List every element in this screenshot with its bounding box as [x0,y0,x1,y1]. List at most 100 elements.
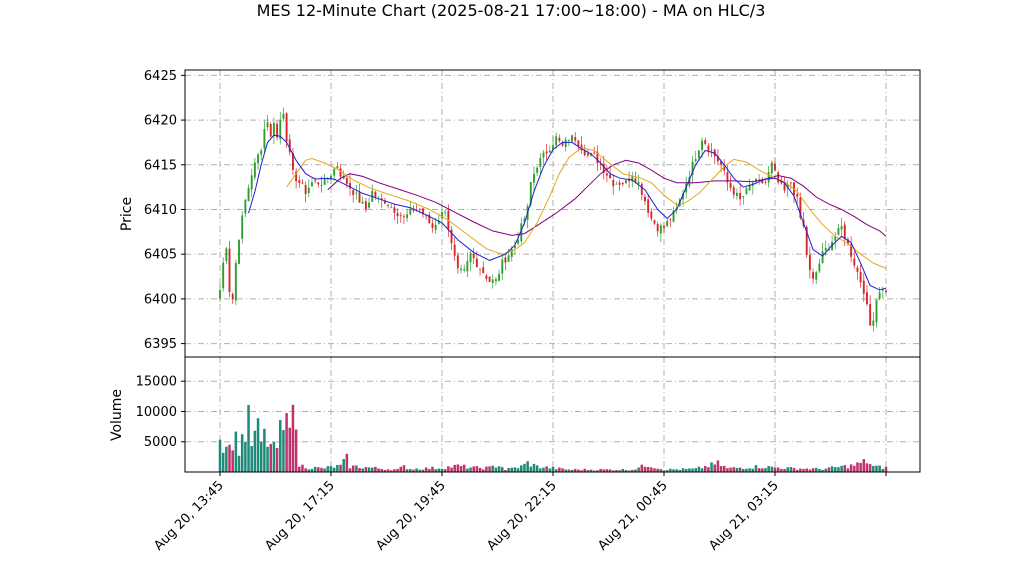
candle-body [729,182,732,188]
candle-body [311,182,313,187]
volume-bar [776,467,780,472]
volume-bar [637,467,640,472]
candle-body [640,183,643,195]
volume-bar [853,465,856,472]
volume-bar [878,465,881,472]
volume-bar [558,467,561,472]
candle-body [434,224,437,231]
volume-bar [240,434,244,472]
volume-bar [872,465,875,472]
candle-body [735,192,738,197]
candle-body [659,225,662,234]
volume-bar [526,461,529,472]
candle-body [444,212,447,214]
volume-bar [719,466,723,472]
volume-bar [339,464,342,472]
candle-body [710,149,713,151]
candle-body [269,124,272,137]
candle-body [469,253,472,263]
candle-body [815,272,818,280]
x-tick-label: Aug 20, 19:45 [373,478,449,554]
volume-bar [320,467,323,472]
volume-bar [868,464,872,472]
volume-bar [478,467,482,472]
volume-bar [263,428,266,472]
candle-body [533,173,535,183]
candle-body [257,154,260,164]
candle-body [501,259,504,274]
volume-bar [367,467,371,472]
volume-bar [716,460,720,472]
volume-y-axis: 5000 10000 15000 [136,375,185,450]
candle-body [586,153,589,156]
candle-body [767,172,770,183]
candle-body [479,268,482,270]
volume-bar [862,459,866,472]
volume-bar [472,466,475,472]
volume-bar [764,468,767,472]
ma-fast-line [248,134,887,291]
x-tick-label: Aug 20, 13:45 [151,478,227,554]
volume-bar [402,465,406,472]
volume-bar [231,450,234,472]
volume-bar [535,465,539,472]
volume-bar [500,467,504,472]
candle-body [875,299,878,323]
volume-bar [431,466,434,472]
candle-body [228,248,231,293]
candle-body [872,320,875,326]
volume-bar [323,468,326,472]
candle-body [615,183,618,185]
candle-body [399,215,402,217]
volume-bar [516,468,520,472]
candle-body [558,137,561,141]
candle-body [818,263,821,272]
candle-body [548,150,551,153]
candle-body [234,263,237,301]
candle-body [774,163,776,171]
moving-averages [248,134,887,291]
volume-bar [329,466,333,472]
volume-y-tick-label: 5000 [144,435,177,450]
volume-bar [529,466,533,472]
candle-body [272,122,275,136]
volume-bar [792,467,796,472]
candle-body [285,113,288,142]
volume-bar [754,465,758,472]
candle-body [742,196,745,198]
volume-bar [497,466,501,472]
candle-body [862,280,865,294]
volume-bar [729,467,732,472]
candle-body [732,187,735,195]
candle-body [694,159,697,161]
volume-bar [332,467,336,472]
candle-body [545,151,548,154]
volume-bar [459,466,463,472]
volume-bar [447,466,450,472]
candle-body [644,196,646,202]
volume-bar [548,468,552,472]
candle-body [498,273,501,281]
volume-bar [450,467,453,472]
volume-bar [849,464,853,472]
volume-bar [247,405,250,472]
volume-bar [707,467,710,472]
price-y-tick-label: 6425 [144,69,177,84]
candle-body [697,150,700,159]
candle-body [564,139,567,148]
candle-body [555,136,558,146]
volume-bar [884,466,888,472]
candle-body [542,152,545,158]
volume-bar [278,420,282,472]
candle-body [225,248,228,262]
volume-bar [681,468,685,472]
candle-body [393,207,396,213]
volume-bar [507,468,510,472]
volume-bar [491,465,495,472]
candle-body [358,192,361,203]
price-y-tick-label: 6410 [144,203,177,218]
candle-body [368,202,371,208]
candle-body [824,247,827,251]
candle-body [333,168,336,176]
candle-body [745,188,748,194]
